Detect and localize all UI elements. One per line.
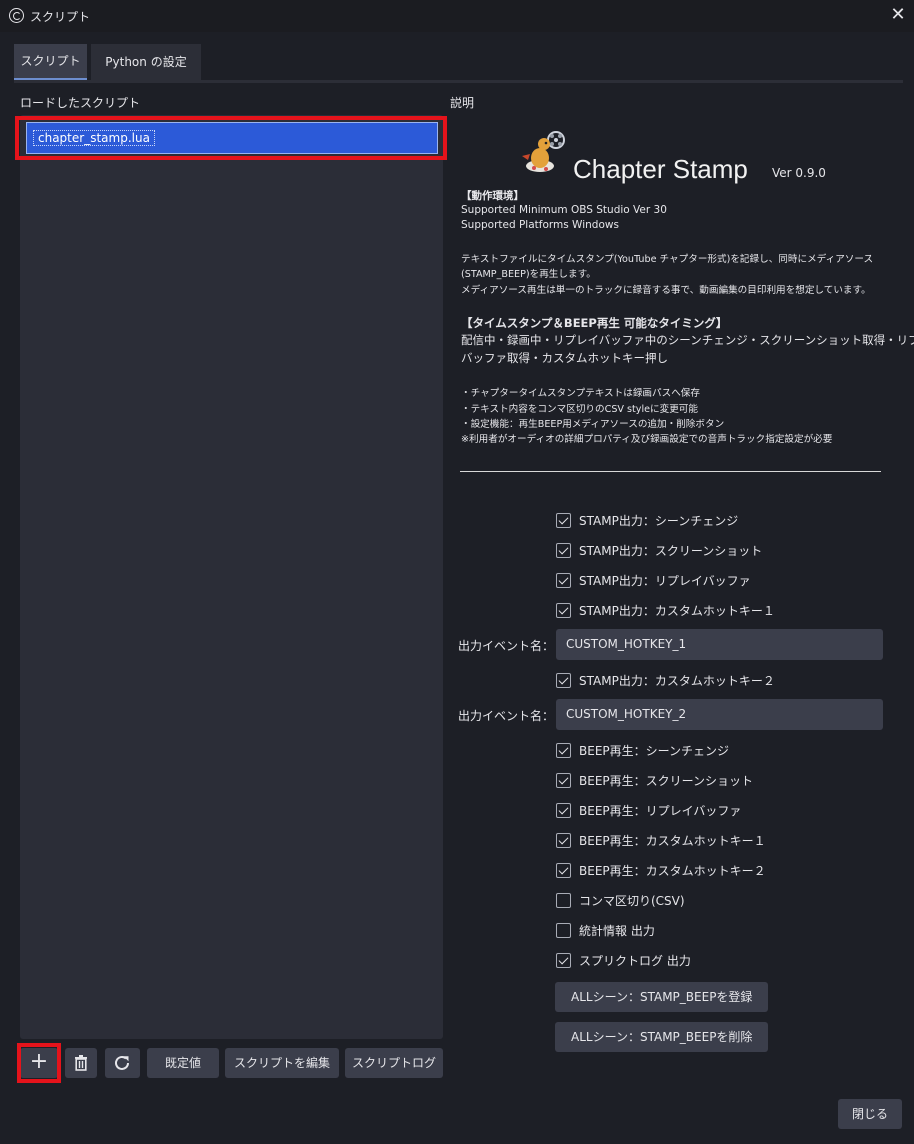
note-line: ・チャプタータイムスタンプテキストは録画パスへ保存 bbox=[461, 388, 700, 399]
loaded-scripts-label: ロードしたスクリプト bbox=[20, 96, 141, 110]
checkbox[interactable] bbox=[556, 802, 571, 818]
event-name-input-2[interactable]: CUSTOM_HOTKEY_2 bbox=[556, 699, 883, 730]
intro-line: メディアソース再生は単一のトラックに録音する事で、動画編集の目印利用を想定してい… bbox=[461, 285, 871, 296]
option-csv[interactable]: コンマ区切り(CSV) bbox=[556, 890, 685, 910]
highlight-box bbox=[17, 1043, 61, 1083]
remove-beep-button[interactable]: ALLシーン：STAMP_BEEPを削除 bbox=[555, 1022, 769, 1052]
event-name-label: 出力イベント名： bbox=[458, 639, 555, 653]
env-line: Supported Platforms Windows bbox=[461, 219, 619, 231]
close-button[interactable]: 閉じる bbox=[838, 1099, 902, 1129]
checkbox[interactable] bbox=[556, 922, 571, 938]
timing-heading: 【タイムスタンプ＆BEEP再生 可能なタイミング】 bbox=[461, 316, 728, 330]
checkbox[interactable] bbox=[556, 602, 571, 618]
window-title: スクリプト bbox=[30, 10, 91, 24]
highlight-box bbox=[15, 116, 447, 160]
reload-script-button[interactable] bbox=[105, 1048, 140, 1078]
option-beep-screenshot[interactable]: BEEP再生：スクリーンショット bbox=[556, 770, 753, 790]
option-beep-hotkey-1[interactable]: BEEP再生：カスタムホットキー１ bbox=[556, 830, 766, 850]
intro-line: (STAMP_BEEP)を再生します。 bbox=[461, 269, 596, 280]
checkbox[interactable] bbox=[556, 892, 571, 908]
option-script-log[interactable]: スプリクトログ 出力 bbox=[556, 950, 691, 970]
option-beep-scene-change[interactable]: BEEP再生：シーンチェンジ bbox=[556, 740, 729, 760]
close-icon[interactable]: ✕ bbox=[887, 4, 909, 26]
script-log-button[interactable]: スクリプトログ bbox=[345, 1048, 443, 1078]
defaults-button[interactable]: 既定値 bbox=[147, 1048, 219, 1078]
checkbox[interactable] bbox=[556, 772, 571, 788]
edit-script-button[interactable]: スクリプトを編集 bbox=[225, 1048, 339, 1078]
option-stamp-replay-buffer[interactable]: STAMP出力：リプレイバッファ bbox=[556, 570, 751, 590]
checkbox[interactable] bbox=[556, 672, 571, 688]
script-title: Chapter Stamp bbox=[573, 154, 748, 184]
chapter-stamp-logo bbox=[522, 131, 565, 172]
option-beep-hotkey-2[interactable]: BEEP再生：カスタムホットキー２ bbox=[556, 860, 766, 880]
option-stamp-hotkey-1[interactable]: STAMP出力：カスタムホットキー１ bbox=[556, 600, 775, 620]
script-list[interactable] bbox=[20, 115, 443, 1039]
remove-script-button[interactable] bbox=[65, 1048, 97, 1078]
note-line: ※利用者がオーディオの詳細プロパティ及び録画設定での音声トラック指定設定が必要 bbox=[461, 434, 833, 445]
description-label: 説明 bbox=[450, 96, 475, 110]
option-stamp-hotkey-2[interactable]: STAMP出力：カスタムホットキー２ bbox=[556, 670, 775, 690]
timing-line: 配信中・録画中・リプレイバッファ中のシーンチェンジ・スクリーンショット取得・リプ… bbox=[461, 333, 914, 347]
option-stamp-scene-change[interactable]: STAMP出力：シーンチェンジ bbox=[556, 510, 738, 530]
tab-python-settings[interactable]: Python の設定 bbox=[91, 44, 201, 80]
checkbox[interactable] bbox=[556, 542, 571, 558]
checkbox[interactable] bbox=[556, 512, 571, 528]
note-line: ・テキスト内容をコンマ区切りのCSV styleに変更可能 bbox=[461, 404, 698, 415]
checkbox[interactable] bbox=[556, 832, 571, 848]
env-heading: 【動作環境】 bbox=[461, 190, 524, 202]
obs-logo-icon bbox=[9, 8, 24, 23]
trash-icon bbox=[75, 1055, 87, 1071]
register-beep-button[interactable]: ALLシーン：STAMP_BEEPを登録 bbox=[555, 982, 769, 1012]
checkbox[interactable] bbox=[556, 952, 571, 968]
event-name-label: 出力イベント名： bbox=[458, 709, 555, 723]
title-bar bbox=[0, 0, 914, 32]
reload-icon bbox=[115, 1055, 129, 1070]
intro-line: テキストファイルにタイムスタンプ(YouTube チャプター形式)を記録し、同時… bbox=[461, 254, 874, 265]
env-line: Supported Minimum OBS Studio Ver 30 bbox=[461, 204, 667, 216]
timing-line: バッファ取得・カスタムホットキー押し bbox=[461, 351, 668, 365]
checkbox[interactable] bbox=[556, 862, 571, 878]
tab-divider bbox=[14, 80, 903, 83]
tab-scripts[interactable]: スクリプト bbox=[14, 44, 87, 80]
checkbox[interactable] bbox=[556, 742, 571, 758]
description-divider bbox=[460, 471, 881, 472]
option-stats-output[interactable]: 統計情報 出力 bbox=[556, 920, 655, 940]
script-version: Ver 0.9.0 bbox=[772, 166, 826, 180]
note-line: ・設定機能：再生BEEP用メディアソースの追加・削除ボタン bbox=[461, 419, 725, 430]
option-stamp-screenshot[interactable]: STAMP出力：スクリーンショット bbox=[556, 540, 762, 560]
checkbox[interactable] bbox=[556, 572, 571, 588]
option-beep-replay-buffer[interactable]: BEEP再生：リプレイバッファ bbox=[556, 800, 741, 820]
event-name-input-1[interactable]: CUSTOM_HOTKEY_1 bbox=[556, 629, 883, 660]
